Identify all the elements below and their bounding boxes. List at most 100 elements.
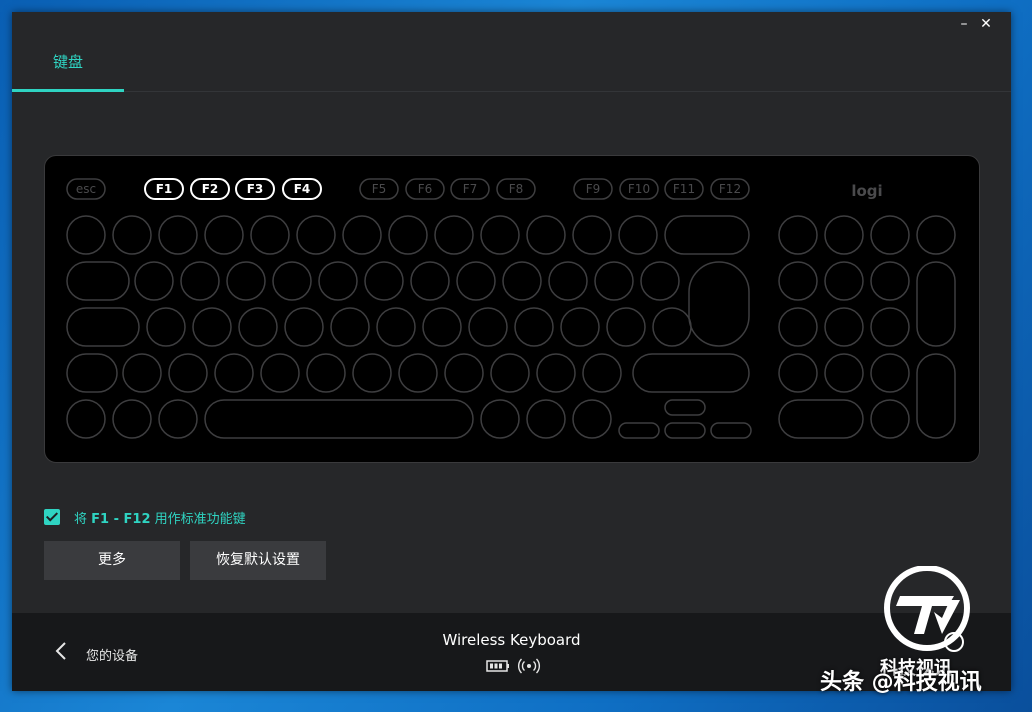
key bbox=[456, 261, 496, 301]
key bbox=[526, 215, 566, 255]
key bbox=[306, 353, 346, 393]
arrow-right-key bbox=[710, 422, 752, 439]
fkey-label: F12 bbox=[719, 182, 741, 196]
fkey-f7: F7 bbox=[450, 178, 490, 200]
key bbox=[480, 399, 520, 439]
active-tab-indicator bbox=[12, 89, 124, 92]
minimize-button[interactable]: – bbox=[953, 16, 975, 32]
fkey-f1: F1 bbox=[144, 178, 184, 200]
tab-keyboard[interactable]: 键盘 bbox=[12, 44, 124, 92]
key bbox=[260, 353, 300, 393]
key bbox=[204, 215, 244, 255]
numpad-key bbox=[778, 215, 818, 255]
fkey-checkbox[interactable] bbox=[44, 509, 60, 525]
numpad-key bbox=[778, 261, 818, 301]
caps-key bbox=[66, 307, 140, 347]
numpad-key bbox=[870, 215, 910, 255]
key bbox=[226, 261, 266, 301]
key bbox=[214, 353, 254, 393]
restore-defaults-button[interactable]: 恢复默认设置 bbox=[190, 541, 326, 580]
fkey-f10: F10 bbox=[619, 178, 659, 200]
key bbox=[434, 215, 474, 255]
esc-key: esc bbox=[66, 178, 106, 200]
key bbox=[468, 307, 508, 347]
device-name: Wireless Keyboard bbox=[442, 631, 581, 649]
key bbox=[490, 353, 530, 393]
numpad-key bbox=[778, 353, 818, 393]
fkey-f12: F12 bbox=[710, 178, 750, 200]
tab-key bbox=[66, 261, 130, 301]
key bbox=[352, 353, 392, 393]
key bbox=[422, 307, 462, 347]
key bbox=[158, 399, 198, 439]
key bbox=[250, 215, 290, 255]
fkey-label: F8 bbox=[509, 182, 524, 196]
key bbox=[480, 215, 520, 255]
keyboard-layout: esc F1 F2 F3 F4 F5 F6 F7 F8 F9 F10 F11 F12 logi bbox=[44, 155, 980, 463]
key bbox=[652, 307, 692, 347]
fkey-f11: F11 bbox=[664, 178, 704, 200]
key bbox=[122, 353, 162, 393]
key bbox=[572, 399, 612, 439]
numpad-key bbox=[870, 353, 910, 393]
key bbox=[502, 261, 542, 301]
backspace-key bbox=[664, 215, 750, 255]
fkey-label: F4 bbox=[294, 182, 311, 196]
fkey-option[interactable]: 将 F1 - F12 用作标准功能键 bbox=[44, 506, 246, 528]
key bbox=[388, 215, 428, 255]
shift-right-key bbox=[632, 353, 750, 393]
numpad-key bbox=[824, 307, 864, 347]
fkey-f6: F6 bbox=[405, 178, 445, 200]
numpad-key bbox=[778, 307, 818, 347]
key bbox=[640, 261, 680, 301]
numpad-key bbox=[916, 215, 956, 255]
fkey-label: F10 bbox=[628, 182, 650, 196]
wireless-signal-icon bbox=[517, 658, 541, 674]
key bbox=[548, 261, 588, 301]
battery-icon bbox=[486, 660, 509, 672]
key bbox=[536, 353, 576, 393]
key bbox=[112, 215, 152, 255]
numpad-enter-key bbox=[916, 353, 956, 439]
key bbox=[398, 353, 438, 393]
key bbox=[572, 215, 612, 255]
numpad-plus-key bbox=[916, 261, 956, 347]
space-key bbox=[204, 399, 474, 439]
option-label-keys: F1 - F12 bbox=[91, 511, 151, 527]
keyboard-diagram: esc F1 F2 F3 F4 F5 F6 F7 F8 F9 F10 F11 F12 logi bbox=[66, 178, 956, 439]
key bbox=[66, 215, 106, 255]
key bbox=[606, 307, 646, 347]
option-label-prefix: 将 bbox=[74, 511, 92, 527]
key bbox=[582, 353, 622, 393]
key bbox=[444, 353, 484, 393]
key bbox=[526, 399, 566, 439]
fkey-label: F1 bbox=[156, 182, 173, 196]
fkey-label: F6 bbox=[418, 182, 433, 196]
key bbox=[376, 307, 416, 347]
key bbox=[560, 307, 600, 347]
key bbox=[594, 261, 634, 301]
key bbox=[318, 261, 358, 301]
fkey-label: F7 bbox=[463, 182, 478, 196]
fkey-label: F3 bbox=[247, 182, 264, 196]
key bbox=[180, 261, 220, 301]
close-button[interactable]: ✕ bbox=[975, 16, 997, 32]
app-window: – ✕ 键盘 esc F1 F2 F3 F4 F5 F6 F7 F8 F9 F10 F11 F12 l… bbox=[12, 12, 1011, 691]
fkey-label: F11 bbox=[673, 182, 695, 196]
fkey-f9: F9 bbox=[573, 178, 613, 200]
key-grid bbox=[66, 215, 956, 439]
key bbox=[284, 307, 324, 347]
fkey-option-label: 将 F1 - F12 用作标准功能键 bbox=[74, 508, 246, 527]
key bbox=[66, 399, 106, 439]
numpad-key bbox=[870, 307, 910, 347]
fkey-f4: F4 bbox=[282, 178, 322, 200]
key bbox=[514, 307, 554, 347]
key bbox=[146, 307, 186, 347]
more-button[interactable]: 更多 bbox=[44, 541, 180, 580]
enter-key bbox=[688, 261, 750, 347]
numpad-key bbox=[870, 261, 910, 301]
function-key-row: F1 F2 F3 F4 F5 F6 F7 F8 F9 F10 F11 F12 bbox=[144, 178, 750, 200]
numpad-key bbox=[870, 399, 910, 439]
key bbox=[272, 261, 312, 301]
fkey-f5: F5 bbox=[359, 178, 399, 200]
